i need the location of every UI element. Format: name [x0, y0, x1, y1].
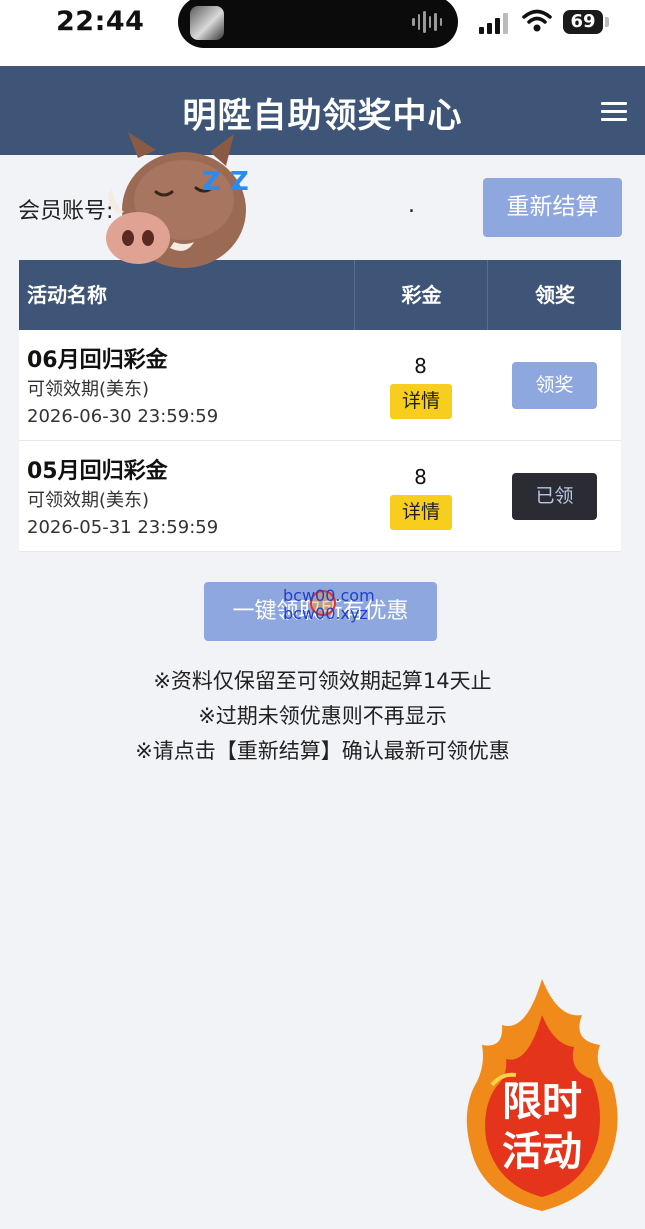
watermark-line: bcw00.xyz	[283, 604, 368, 623]
validity-date: 2026-06-30 23:59:59	[27, 406, 219, 427]
table-row: 05月回归彩金 可领效期(美东) 2026-05-31 23:59:59 8 详…	[19, 441, 621, 552]
column-header-bonus: 彩金	[354, 260, 488, 330]
note-line: ※资料仅保留至可领效期起算14天止	[153, 669, 492, 693]
validity-date: 2026-05-31 23:59:59	[27, 517, 219, 538]
promo-line-2: 活动	[502, 1129, 582, 1175]
watermark-line: bcw00.com	[283, 586, 375, 605]
recalculate-button[interactable]: 重新结算	[483, 178, 622, 237]
claimed-button[interactable]: 已领	[512, 473, 597, 520]
zzz-text: Z Z Z	[202, 167, 258, 197]
dynamic-island[interactable]	[178, 0, 458, 48]
battery-cap	[605, 17, 609, 27]
wifi-icon	[522, 9, 552, 32]
account-value: .	[408, 193, 415, 218]
status-time: 22:44	[56, 6, 145, 37]
audio-wave-icon	[412, 10, 442, 34]
menu-icon[interactable]	[601, 102, 627, 122]
rewards-table: 活动名称 彩金 领奖 06月回归彩金 可领效期(美东) 2026-06-30 2…	[19, 260, 621, 552]
island-avatar	[190, 6, 224, 40]
sleeping-boar-sticker-icon: Z Z Z	[106, 132, 258, 268]
app-header: 明陞自助领奖中心	[0, 66, 645, 155]
note-line: ※过期未领优惠则不再显示	[198, 704, 447, 728]
notes: ※资料仅保留至可领效期起算14天止 ※过期未领优惠则不再显示 ※请点击【重新结算…	[0, 664, 645, 769]
bonus-amount: 8	[414, 465, 427, 489]
limited-promo-badge[interactable]: 限时 活动	[462, 975, 622, 1215]
signal-icon	[479, 13, 508, 34]
bonus-amount: 8	[414, 354, 427, 378]
battery-icon: 69	[563, 10, 603, 34]
column-header-activity: 活动名称	[27, 283, 107, 307]
validity-label: 可领效期(美东)	[27, 379, 150, 400]
watermark: bcw00.com bcw00.xyz	[283, 587, 375, 623]
promo-line-1: 限时	[502, 1079, 582, 1125]
activity-name: 05月回归彩金	[27, 459, 168, 484]
status-bar: 22:44 69	[0, 0, 645, 66]
validity-label: 可领效期(美东)	[27, 490, 150, 511]
note-line: ※请点击【重新结算】确认最新可领优惠	[135, 739, 510, 763]
claim-button[interactable]: 领奖	[512, 362, 597, 409]
table-row: 06月回归彩金 可领效期(美东) 2026-06-30 23:59:59 8 详…	[19, 330, 621, 441]
detail-button[interactable]: 详情	[390, 495, 452, 530]
column-header-claim: 领奖	[487, 260, 622, 330]
page-title: 明陞自助领奖中心	[182, 96, 463, 136]
detail-button[interactable]: 详情	[390, 384, 452, 419]
activity-name: 06月回归彩金	[27, 348, 168, 373]
